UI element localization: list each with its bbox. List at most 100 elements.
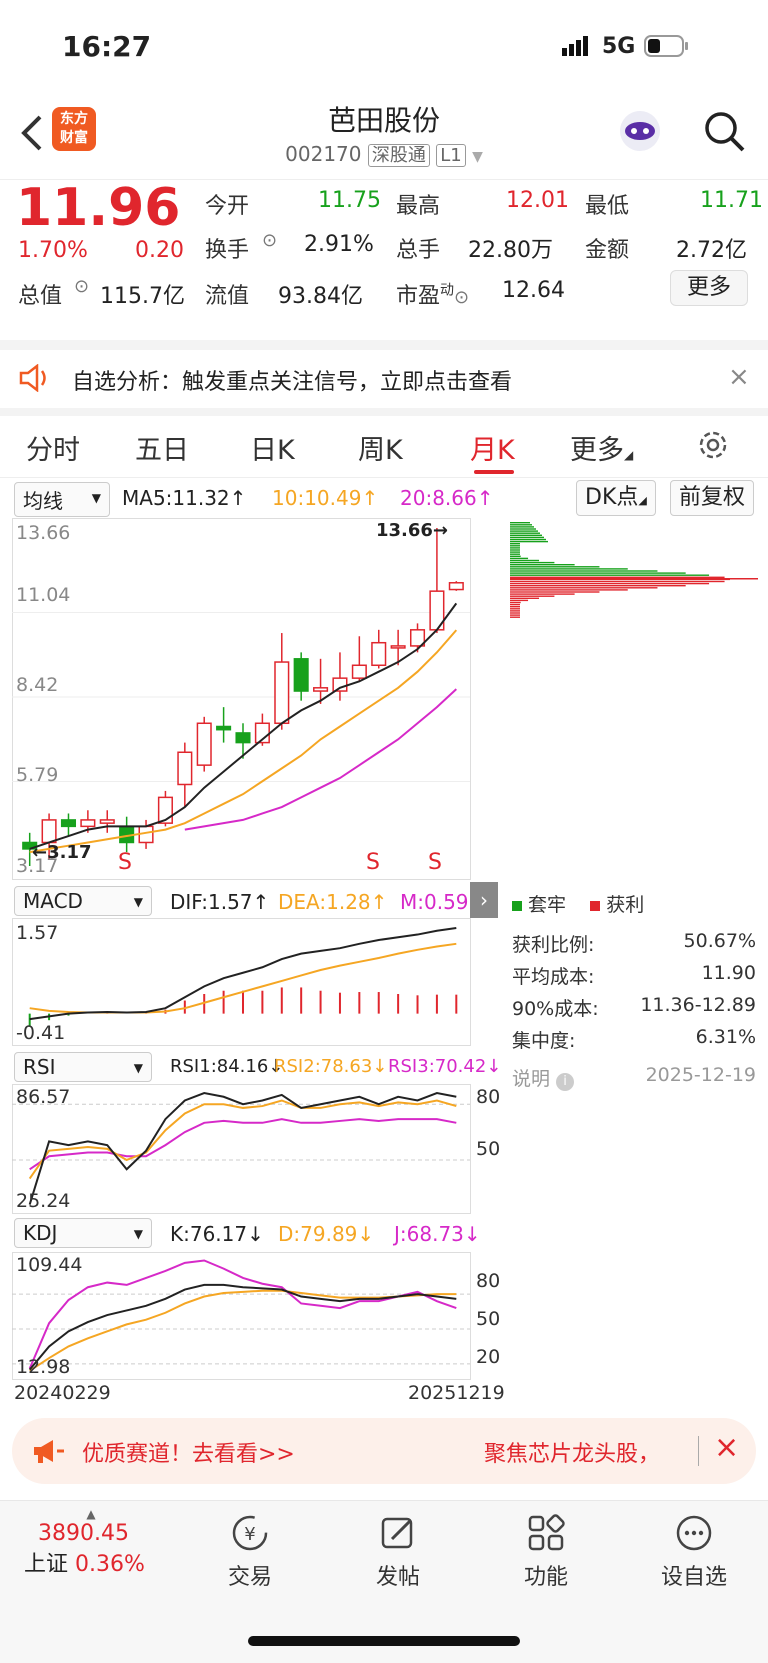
open-value: 11.75 — [318, 188, 381, 213]
chip-row-label: 90%成本: — [512, 998, 599, 1020]
start-date: 20240229 — [14, 1382, 111, 1404]
tab-rik[interactable]: 日K — [250, 428, 295, 467]
mktcap-label: 总值 — [18, 284, 63, 309]
tab-yuek[interactable]: 月K — [470, 428, 515, 467]
expand-icon[interactable]: › — [470, 882, 498, 918]
info-dots-icon[interactable]: ⊙ — [74, 276, 89, 297]
kdj-chart — [12, 1252, 471, 1380]
chip-legend: 套牢 获利 — [512, 890, 644, 917]
kdj-j-line — [28, 1259, 457, 1369]
chip-bar — [510, 530, 538, 532]
megaphone-icon — [32, 1438, 66, 1468]
banner-right-text: 聚焦芯片龙头股， — [484, 1442, 661, 1467]
dropdown-icon: ▼ — [133, 1227, 143, 1241]
price-axis-label-4: 5.79 — [16, 764, 59, 786]
chip-bar — [510, 587, 658, 589]
close-icon[interactable]: × — [714, 1430, 739, 1465]
rsi1-legend: RSI1:84.16↓ — [170, 1056, 284, 1077]
nav-add-watchlist[interactable]: 设自选 — [644, 1513, 744, 1591]
indicator-select-rsi[interactable]: RSI ▼ — [14, 1052, 152, 1082]
profit-swatch — [590, 901, 601, 911]
tab-zhouk[interactable]: 周K — [358, 428, 403, 467]
info-dots-icon[interactable]: ⊙ — [262, 230, 277, 251]
close-icon[interactable]: × — [728, 362, 750, 392]
dropdown-icon: ▼ — [133, 1061, 143, 1075]
price-axis-label-2: 11.04 — [16, 584, 71, 606]
more-button[interactable]: 更多 — [670, 270, 748, 306]
promo-banner[interactable]: 优质赛道！去看看>> 聚焦芯片龙头股， × — [12, 1418, 756, 1484]
robot-assistant-icon[interactable] — [618, 109, 662, 157]
max-price-marker: 13.66→ — [376, 520, 449, 541]
candle-body — [313, 687, 329, 692]
status-time: 16:27 — [62, 30, 152, 63]
info-icon: i — [556, 1073, 575, 1091]
nav-post[interactable]: 发帖 — [348, 1513, 448, 1591]
chip-bar — [510, 601, 521, 604]
edit-icon — [348, 1513, 448, 1559]
grid-icon — [496, 1513, 596, 1559]
dk-label: DK点 — [585, 485, 639, 510]
more-dots-icon — [644, 1513, 744, 1559]
level-badge: L1 — [436, 144, 466, 167]
kdj-top-label: 109.44 — [16, 1254, 83, 1276]
indicator-select-macd[interactable]: MACD ▼ — [14, 886, 152, 916]
chip-bar — [510, 614, 520, 616]
rsi-level-80: 80 — [476, 1086, 501, 1108]
kdj-k-line — [28, 1283, 457, 1371]
chip-bar — [510, 536, 544, 539]
chip-row-label: 集中度: — [512, 1030, 576, 1052]
tab-more[interactable]: 更多◢ — [570, 428, 633, 467]
indicator-select-kdj[interactable]: KDJ ▼ — [14, 1218, 152, 1248]
kdj-j-legend: J:68.73↓ — [394, 1222, 481, 1246]
candle-body — [351, 664, 367, 679]
pe-label: 市盈动⊙ — [396, 278, 469, 310]
kdj-level-50: 50 — [476, 1308, 501, 1330]
dk-point-button[interactable]: DK点◢ — [576, 480, 656, 516]
up-triangle-icon: ▲ — [86, 1507, 96, 1521]
corner-arrow-icon: ◢ — [638, 494, 647, 507]
macd-top-label: 1.57 — [16, 922, 59, 944]
nav-trade[interactable]: ¥ 交易 — [200, 1513, 300, 1591]
chip-note[interactable]: 说明 i — [512, 1064, 575, 1091]
index-widget[interactable]: ▲ 3890.45 上证 0.36% — [24, 1507, 174, 1578]
svg-text:¥: ¥ — [244, 1524, 255, 1545]
candlestick-chart[interactable] — [12, 518, 500, 880]
kdj-d-legend: D:79.89↓ — [278, 1222, 375, 1246]
index-name: 上证 — [24, 1552, 69, 1577]
yuan-icon: ¥ — [200, 1513, 300, 1559]
chip-bar — [510, 582, 710, 585]
active-tab-indicator — [474, 470, 514, 474]
amount-label: 金额 — [585, 238, 630, 263]
info-dots-icon[interactable]: ⊙ — [454, 287, 469, 308]
price-axis-label-3: 8.42 — [16, 674, 59, 696]
nav-add-watchlist-label: 设自选 — [660, 1565, 727, 1590]
rsi3-legend: RSI3:70.42↓ — [388, 1056, 502, 1077]
gear-icon[interactable] — [696, 428, 730, 466]
high-value: 12.01 — [506, 188, 569, 213]
quote-panel: 11.96 1.70% 0.20 今开 11.75 最高 12.01 最低 11… — [0, 178, 768, 340]
adjust-button[interactable]: 前复权 — [670, 480, 755, 516]
candle-body — [293, 658, 309, 692]
chip-bar — [510, 593, 575, 595]
indicator-select-ma[interactable]: 均线 ▼ — [14, 482, 110, 517]
chip-bar — [510, 549, 520, 551]
search-icon[interactable] — [702, 109, 746, 157]
tab-wuri[interactable]: 五日 — [135, 428, 189, 467]
chip-bar — [510, 585, 686, 587]
macd-dif-legend: DIF:1.57↑ — [170, 890, 270, 914]
index-pct: 0.36% — [75, 1552, 145, 1577]
chip-row-value: 11.90 — [701, 962, 756, 984]
tab-fenshi[interactable]: 分时 — [26, 428, 80, 467]
turnover-value: 2.91% — [304, 232, 374, 257]
macd-chart — [12, 918, 471, 1046]
rsi-bottom-label: 25.24 — [16, 1190, 71, 1212]
chip-bar — [510, 547, 520, 549]
section-divider — [0, 408, 768, 416]
chip-row-value: 50.67% — [683, 930, 756, 952]
dropdown-icon: ▼ — [91, 491, 101, 505]
ma20-line — [184, 688, 457, 831]
chip-row-value: 6.31% — [695, 1026, 756, 1048]
nav-functions[interactable]: 功能 — [496, 1513, 596, 1591]
watchlist-alert[interactable]: 自选分析：触发重点关注信号，立即点击查看 × — [0, 350, 768, 408]
tab-more-label: 更多 — [570, 435, 624, 466]
